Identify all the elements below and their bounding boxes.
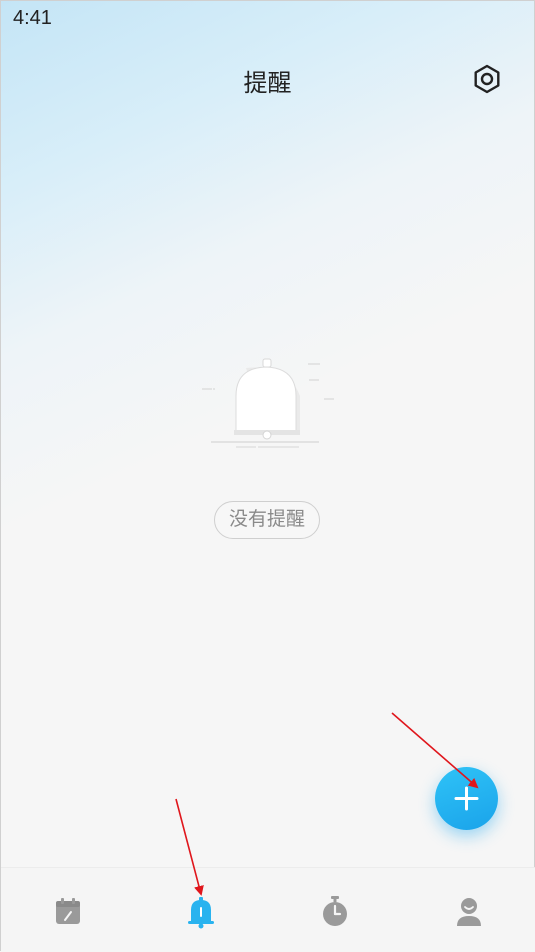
bell-icon bbox=[188, 897, 214, 929]
settings-icon[interactable] bbox=[471, 63, 503, 95]
plus-icon bbox=[454, 786, 479, 811]
status-time: 4:41 bbox=[13, 7, 52, 29]
tab-reminders[interactable] bbox=[181, 892, 221, 932]
tab-timer[interactable] bbox=[315, 892, 355, 932]
add-reminder-button[interactable] bbox=[435, 767, 498, 830]
calendar-icon bbox=[56, 898, 80, 924]
page-title: 提醒 bbox=[243, 69, 292, 97]
stopwatch-icon bbox=[323, 896, 347, 926]
tab-calendar[interactable] bbox=[48, 892, 88, 932]
bell-illustration-icon bbox=[196, 356, 341, 456]
tab-profile[interactable] bbox=[449, 892, 489, 932]
profile-icon bbox=[457, 898, 481, 926]
empty-state-label: 没有提醒 bbox=[214, 501, 320, 539]
app-screen: 4:41 提醒 没有提醒 bbox=[0, 0, 535, 952]
bottom-tab-bar bbox=[1, 867, 535, 952]
